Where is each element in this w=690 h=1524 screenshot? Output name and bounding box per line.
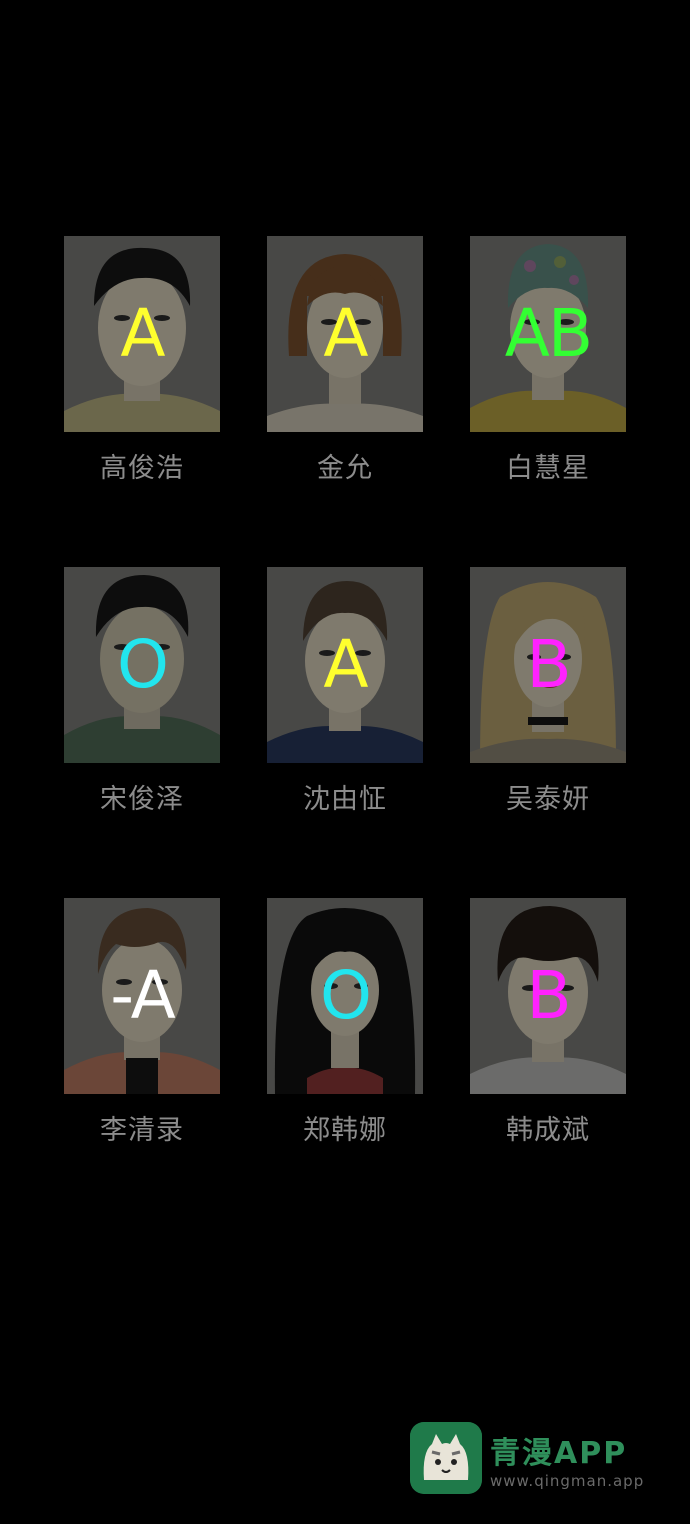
watermark-title: 青漫APP <box>490 1436 628 1471</box>
character-card: O 郑韩娜 <box>267 898 423 1148</box>
portrait: B <box>470 567 626 763</box>
watermark-url: www.qingman.app <box>490 1472 645 1490</box>
blood-type-label: B <box>526 957 571 1034</box>
character-name: 吴泰妍 <box>506 784 590 815</box>
portrait: O <box>267 898 423 1094</box>
blood-type-label: AB <box>504 295 593 372</box>
portrait: -A <box>64 898 220 1094</box>
character-grid: A 高俊浩 A 金允 AB 白慧星 O 宋俊泽 A 沈由怔 B 吴泰妍 -A 李… <box>0 0 690 1524</box>
cat-logo-icon <box>410 1422 482 1494</box>
character-card: O 宋俊泽 <box>64 567 220 817</box>
portrait: A <box>267 567 423 763</box>
blood-type-label: A <box>120 295 165 372</box>
character-name: 高俊浩 <box>100 453 184 484</box>
portrait: AB <box>470 236 626 432</box>
portrait: B <box>470 898 626 1094</box>
blood-type-label: A <box>323 295 368 372</box>
character-card: AB 白慧星 <box>470 236 626 486</box>
blood-type-label: A <box>323 626 368 703</box>
character-card: -A 李清录 <box>64 898 220 1148</box>
character-name: 宋俊泽 <box>100 784 184 815</box>
character-card: A 高俊浩 <box>64 236 220 486</box>
portrait: A <box>267 236 423 432</box>
character-card: A 沈由怔 <box>267 567 423 817</box>
character-name: 韩成斌 <box>506 1115 590 1146</box>
character-card: B 韩成斌 <box>470 898 626 1148</box>
character-name: 沈由怔 <box>303 784 387 815</box>
blood-type-label: O <box>117 626 169 703</box>
character-card: B 吴泰妍 <box>470 567 626 817</box>
character-name: 李清录 <box>100 1115 184 1146</box>
character-name: 郑韩娜 <box>303 1115 387 1146</box>
portrait: A <box>64 236 220 432</box>
portrait: O <box>64 567 220 763</box>
blood-type-label: B <box>526 626 571 703</box>
character-name: 白慧星 <box>506 453 590 484</box>
blood-type-label: -A <box>110 957 176 1034</box>
character-name: 金允 <box>317 453 373 484</box>
character-card: A 金允 <box>267 236 423 486</box>
blood-type-label: O <box>320 957 372 1034</box>
watermark-logo: 青漫APP www.qingman.app <box>410 1422 670 1498</box>
